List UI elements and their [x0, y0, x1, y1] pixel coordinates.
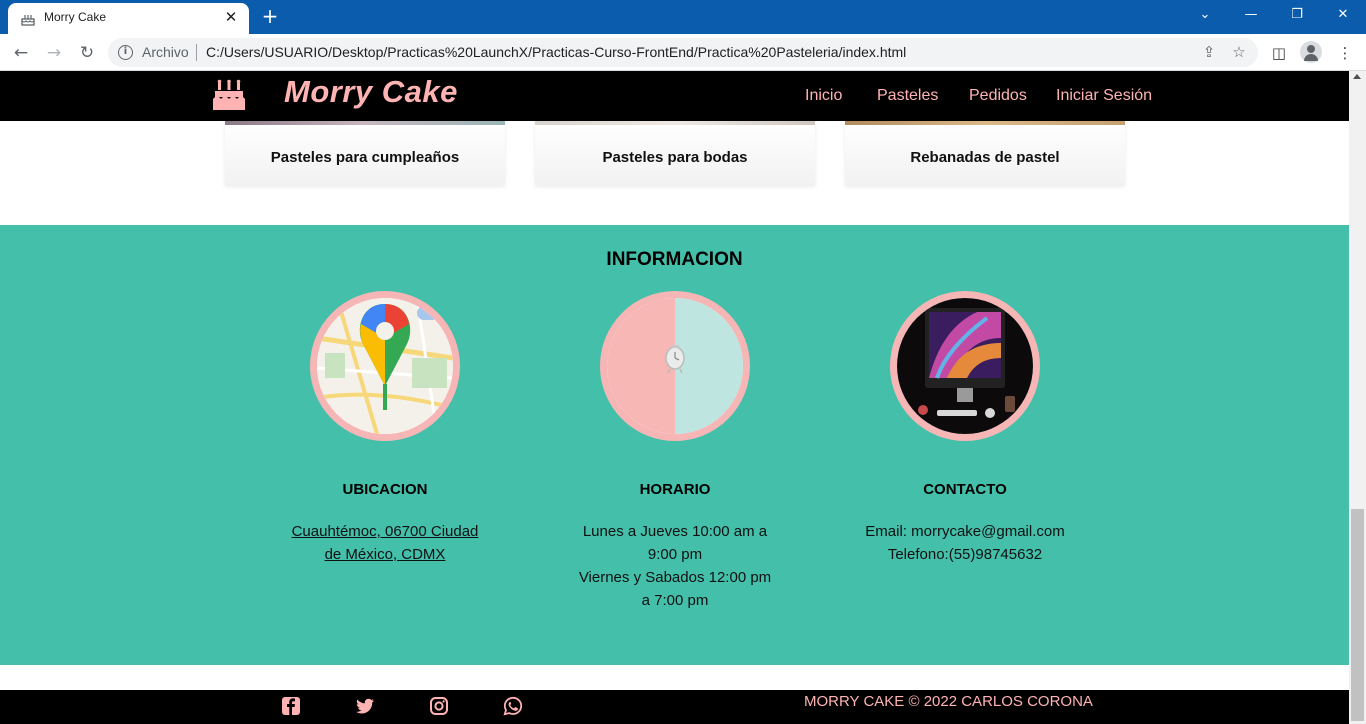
whatsapp-icon[interactable]: [503, 696, 523, 716]
site-header: Morry Cake Inicio Pasteles Pedidos Inici…: [0, 71, 1349, 121]
card-title: Pasteles para cumpleaños: [270, 149, 460, 166]
page-scrollbar[interactable]: [1349, 71, 1366, 724]
cake-favicon-icon: [21, 15, 35, 26]
map-pin-icon: [317, 298, 453, 434]
schedule-line-1: Lunes a Jueves 10:00 am a: [582, 523, 768, 540]
nav-link-pasteles[interactable]: Pasteles: [877, 87, 938, 105]
card-image: [225, 121, 505, 125]
schedule-line-4: a 7:00 pm: [641, 592, 709, 609]
card-title: Rebanadas de pastel: [910, 149, 1060, 166]
tab-search-icon[interactable]: ⌄: [1182, 0, 1228, 30]
browser-tab-strip: Morry Cake ✕ + ⌄ — ❐ ✕: [0, 0, 1366, 34]
card-image: [535, 121, 815, 125]
url-text[interactable]: C:/Users/USUARIO/Desktop/Practicas%20Lau…: [206, 44, 906, 60]
side-panel-icon[interactable]: ◫: [1268, 42, 1290, 64]
tab-close-icon[interactable]: ✕: [223, 9, 239, 25]
copyright-text: MORRY CAKE © 2022 CARLOS CORONA: [804, 693, 1093, 710]
card-birthday-cakes[interactable]: Pasteles para cumpleaños: [225, 121, 505, 185]
menu-icon[interactable]: ⋮: [1334, 42, 1356, 64]
scroll-thumb[interactable]: [1351, 509, 1364, 721]
forward-icon[interactable]: →: [42, 41, 66, 65]
contact-email: Email: morrycake@gmail.com: [865, 523, 1065, 540]
browser-toolbar: ← → ↻ i Archivo C:/Users/USUARIO/Desktop…: [0, 34, 1366, 71]
clock-image: [600, 291, 750, 441]
address-line-1[interactable]: Cuauhtémoc, 06700 Ciudad: [292, 523, 479, 540]
close-window-icon[interactable]: ✕: [1320, 0, 1366, 30]
contacto-title: CONTACTO: [923, 481, 1007, 498]
computer-image: [890, 291, 1040, 441]
browser-tab[interactable]: Morry Cake ✕: [8, 3, 249, 34]
contact-text: Email: morrycake@gmail.com Telefono:(55)…: [830, 520, 1100, 566]
card-title: Pasteles para bodas: [602, 149, 748, 166]
restore-icon[interactable]: ❐: [1274, 0, 1320, 30]
twitter-icon[interactable]: [355, 696, 375, 716]
profile-icon[interactable]: [1300, 41, 1322, 63]
card-image: [845, 121, 1125, 125]
desktop-computer-icon: [897, 298, 1033, 434]
scheme-label: Archivo: [142, 44, 189, 60]
contact-phone: Telefono:(55)98745632: [887, 546, 1043, 563]
back-icon[interactable]: ←: [9, 41, 33, 65]
map-image: [310, 291, 460, 441]
share-icon[interactable]: ⇪: [1200, 43, 1218, 61]
address-bar[interactable]: i Archivo C:/Users/USUARIO/Desktop/Pract…: [108, 38, 1258, 67]
schedule-text: Lunes a Jueves 10:00 am a 9:00 pm Vierne…: [560, 520, 790, 612]
new-tab-icon[interactable]: +: [260, 5, 280, 27]
info-icon[interactable]: i: [118, 45, 133, 60]
omnibox-divider: [196, 44, 197, 61]
site-footer: MORRY CAKE © 2022 CARLOS CORONA: [0, 690, 1349, 724]
nav-link-iniciar-sesion[interactable]: Iniciar Sesión: [1056, 87, 1152, 105]
facebook-icon[interactable]: [281, 696, 301, 716]
minimize-icon[interactable]: —: [1228, 0, 1274, 30]
horario-title: HORARIO: [639, 481, 711, 498]
star-icon[interactable]: ☆: [1230, 43, 1248, 61]
address-line-2[interactable]: de México, CDMX: [325, 546, 446, 563]
reload-icon[interactable]: ↻: [75, 41, 99, 65]
schedule-line-3: Viernes y Sabados 12:00 pm: [578, 569, 772, 586]
instagram-icon[interactable]: [429, 696, 449, 716]
scroll-up-arrow-icon[interactable]: [1353, 74, 1361, 79]
address-link[interactable]: Cuauhtémoc, 06700 Ciudad de México, CDMX: [270, 520, 500, 566]
info-title: INFORMACION: [606, 249, 743, 270]
card-cake-slices[interactable]: Rebanadas de pastel: [845, 121, 1125, 185]
alarm-clock-icon: [607, 298, 743, 434]
tab-title: Morry Cake: [44, 10, 107, 24]
schedule-line-2: 9:00 pm: [647, 546, 703, 563]
nav-link-inicio[interactable]: Inicio: [805, 87, 842, 105]
logo-text[interactable]: Morry Cake: [284, 74, 458, 110]
nav-link-pedidos[interactable]: Pedidos: [969, 87, 1027, 105]
birthday-cake-icon: [213, 79, 245, 110]
info-section: INFORMACION UBICACION Cuauhtémoc, 06700 …: [0, 225, 1349, 665]
page-viewport: Pasteles para cumpleaños Pasteles para b…: [0, 71, 1349, 724]
ubicacion-title: UBICACION: [342, 481, 428, 498]
card-wedding-cakes[interactable]: Pasteles para bodas: [535, 121, 815, 185]
